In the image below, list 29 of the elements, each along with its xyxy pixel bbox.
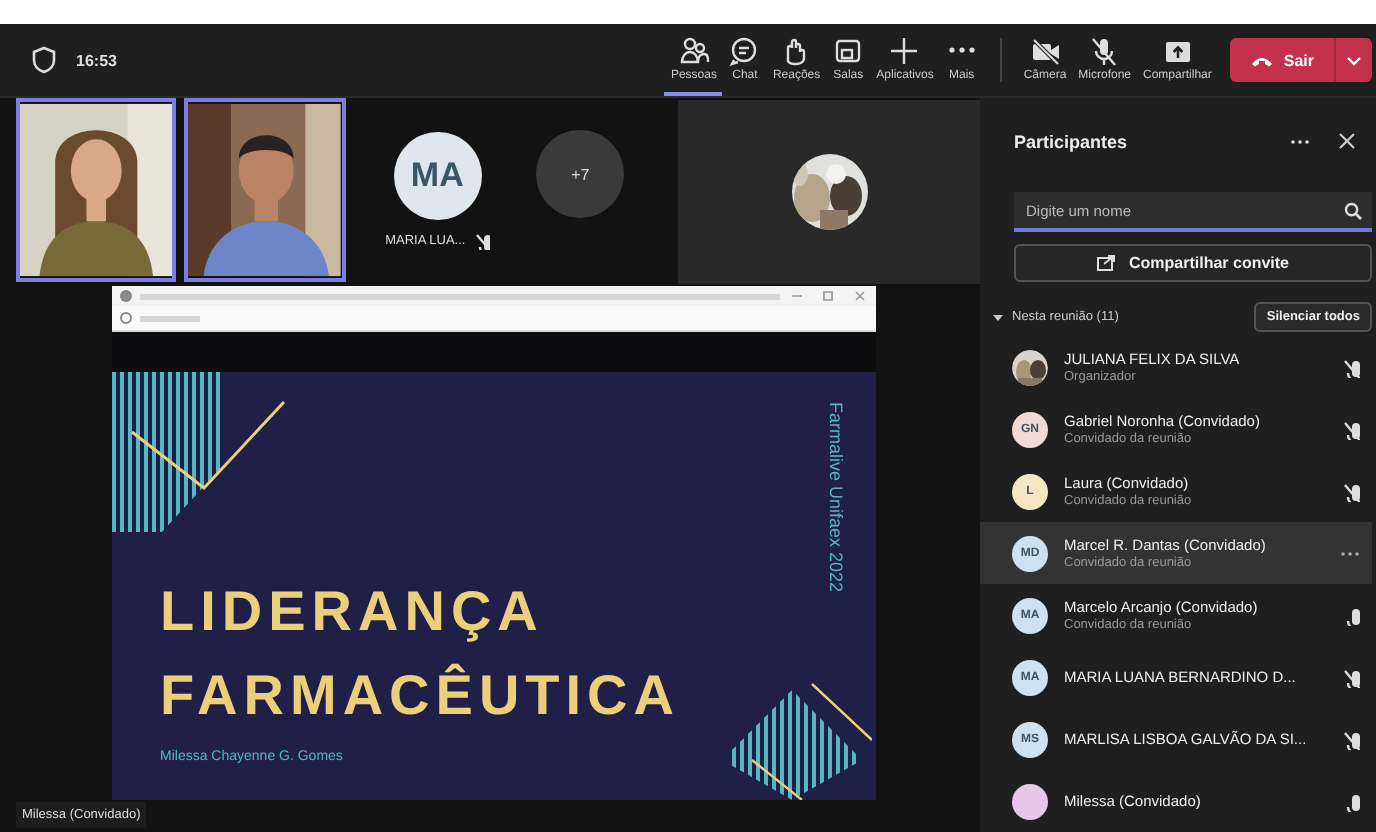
- more-icon[interactable]: [1340, 549, 1360, 557]
- rooms-icon: [832, 35, 865, 65]
- slide-title: LIDERANÇA: [160, 578, 546, 646]
- panel-title: Participantes: [1014, 131, 1128, 152]
- chevron-down-icon: [1346, 55, 1362, 65]
- chat-icon: [728, 35, 761, 65]
- leave-options-button[interactable]: [1334, 38, 1372, 82]
- camera-off-icon: [1029, 35, 1061, 65]
- participant-avatar: MA: [393, 131, 482, 219]
- slide-title: FARMACÊUTICA: [160, 661, 680, 730]
- plus-icon: [888, 35, 921, 65]
- more-icon: [945, 45, 978, 53]
- phone-icon: [1249, 53, 1274, 67]
- leave-button[interactable]: Sair: [1229, 38, 1334, 82]
- browser-icon: [120, 290, 132, 302]
- slide-side-text: Farmalive Unifaex 2022: [826, 402, 846, 597]
- share-invite-button[interactable]: Compartilhar convite: [1014, 244, 1372, 282]
- close-icon[interactable]: [1338, 132, 1356, 151]
- window-controls-icon: [788, 290, 868, 302]
- mic-off-icon: [1088, 35, 1121, 65]
- more-participants-badge[interactable]: +7: [536, 130, 625, 218]
- shield-icon: [32, 46, 56, 74]
- site-icon: [120, 312, 132, 324]
- search-icon[interactable]: [1344, 202, 1362, 221]
- people-icon: [677, 35, 710, 65]
- caret-down-icon: [992, 311, 1004, 323]
- share-icon: [1096, 254, 1117, 273]
- meeting-time: 16:53: [76, 51, 117, 69]
- more-icon[interactable]: [1290, 137, 1310, 146]
